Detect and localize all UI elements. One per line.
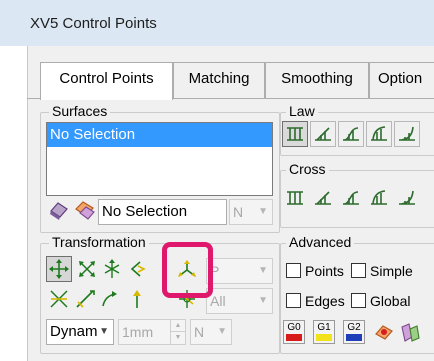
cross-s-type-icon [343,191,359,205]
cross-convex-icon [399,190,415,205]
window-title: XV5 Control Points [30,15,157,32]
surface-select-button[interactable] [46,197,72,223]
chevron-down-icon: ▼ [217,326,227,337]
surface-multi-select-icon [75,201,95,220]
edges-checkbox-row[interactable]: Edges [286,293,345,309]
chevron-down-icon: ▼ [99,326,109,337]
law-concave-icon [371,126,387,141]
edges-checkbox[interactable] [286,293,301,308]
advanced-legend: Advanced [286,234,355,250]
cross-convex-button[interactable] [394,185,420,211]
chevron-down-icon: ▼ [258,265,268,276]
spin-up-icon[interactable]: ▲ [171,320,185,332]
scope-combo-value: All [210,293,226,309]
law-constant-button[interactable] [282,121,308,147]
global-checkbox[interactable] [351,293,366,308]
cross-concave-icon [371,190,387,205]
surface-continuity-icon [375,325,393,340]
bend-button[interactable] [72,286,98,312]
translate-diagonal-button[interactable] [74,256,100,282]
surface-select-icon [50,202,68,220]
translate-button[interactable] [46,256,72,282]
spin-down-icon[interactable]: ▼ [171,332,185,344]
twist-button[interactable] [97,286,123,312]
points-checkbox[interactable] [286,263,301,278]
surface-connect-icon [401,323,420,342]
continuity-g2-swatch [346,334,362,341]
law-convex-button[interactable] [394,121,420,147]
continuity-g1-button[interactable]: G1 [313,320,335,344]
mode-combo[interactable]: Dynam ▼ [46,319,114,345]
translate-arrows-icon [49,259,69,279]
tab-smoothing[interactable]: Smoothing [265,62,369,99]
global-label: Global [370,293,411,309]
cross-constant-icon [287,191,303,205]
rotate-icon [130,261,146,277]
surface-selection-combo[interactable]: N ▼ [229,199,273,225]
continuity-g1-label: G1 [317,322,331,333]
annotation-highlight-box [162,242,213,298]
surface-selection-field[interactable]: No Selection [98,199,227,225]
direction-combo[interactable]: P ▼ [206,258,273,284]
step-spinner[interactable]: ▲ ▼ [170,319,186,345]
cross-s-type-button[interactable] [338,185,364,211]
cross-constant-button[interactable] [282,185,308,211]
cross-linear-button[interactable] [310,185,336,211]
scale-icon [50,290,68,308]
plane-translate-icon [104,259,120,278]
law-s-type-icon [343,127,359,141]
transformation-legend: Transformation [49,234,149,250]
continuity-g0-label: G0 [287,322,301,333]
law-buttons [282,121,434,149]
active-tab-join [41,98,172,100]
tab-option[interactable]: Option [369,62,434,99]
simple-checkbox-row[interactable]: Simple [351,263,413,279]
surface-multi-select-button[interactable] [72,197,98,223]
surface-selection-combo-value: N [233,204,244,220]
edges-label: Edges [305,293,345,309]
normal-arrow-icon [133,290,141,308]
simple-label: Simple [370,263,413,279]
twist-icon [102,291,117,307]
scope-combo[interactable]: All ▼ [206,288,273,314]
law-convex-icon [399,126,415,141]
continuity-g2-label: G2 [347,322,361,333]
continuity-g0-button[interactable]: G0 [283,320,305,344]
law-legend: Law [286,103,318,119]
scale-button[interactable] [46,286,72,312]
continuity-g0-swatch [286,334,302,341]
simple-checkbox[interactable] [351,263,366,278]
translate-plane-button[interactable] [99,256,125,282]
cross-linear-icon [315,191,331,205]
law-concave-button[interactable] [366,121,392,147]
cross-concave-button[interactable] [366,185,392,211]
chevron-down-icon: ▼ [258,206,268,217]
law-linear-icon [315,127,331,141]
surfaces-legend: Surfaces [49,103,111,119]
chevron-down-icon: ▼ [258,295,268,306]
surfaces-list-item-selected[interactable]: No Selection [47,123,272,147]
surface-connect-button[interactable] [397,319,423,345]
law-linear-button[interactable] [310,121,336,147]
global-checkbox-row[interactable]: Global [351,293,410,309]
cross-legend: Cross [286,161,329,177]
normal-move-button[interactable] [124,286,150,312]
rotate-button[interactable] [124,256,150,282]
tab-control-points[interactable]: Control Points [40,62,173,100]
tab-matching[interactable]: Matching [173,62,265,99]
surface-continuity-button[interactable] [371,319,397,345]
mode-combo-value: Dynam [50,323,98,340]
step-unit-combo-value: N [194,324,205,340]
cross-buttons [282,185,434,213]
law-constant-icon [287,127,303,141]
step-field[interactable]: 1mm [118,319,170,345]
bend-icon [76,290,95,308]
step-unit-combo[interactable]: N ▼ [190,319,232,345]
diagonal-arrows-icon [79,261,95,277]
points-checkbox-row[interactable]: Points [286,263,344,279]
law-s-type-button[interactable] [338,121,364,147]
continuity-g1-swatch [316,334,332,341]
points-label: Points [305,263,344,279]
continuity-g2-button[interactable]: G2 [343,320,365,344]
